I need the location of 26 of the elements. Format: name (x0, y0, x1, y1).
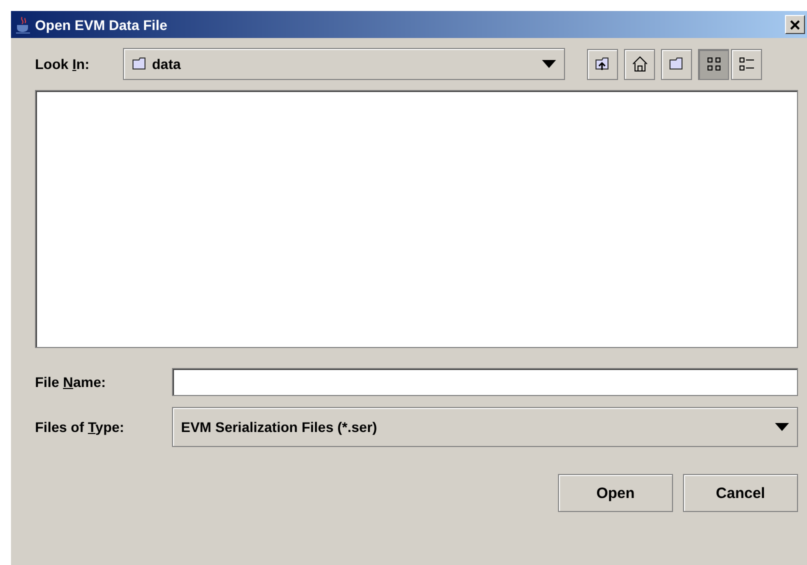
home-button[interactable] (624, 48, 655, 80)
view-toggle-button[interactable] (731, 48, 762, 80)
view-toggle-button[interactable] (698, 48, 729, 80)
folder-up-arrow-icon (594, 57, 610, 71)
home-icon (632, 56, 648, 72)
up-folder-button[interactable] (587, 48, 618, 80)
dropdown-arrow-icon (775, 423, 789, 431)
dialog-button[interactable]: Cancel (683, 474, 798, 512)
dropdown-arrow-icon (542, 60, 556, 68)
field-label: File Name: (35, 374, 106, 390)
file-name-field[interactable] (172, 368, 798, 396)
coffee-cup-icon (15, 16, 31, 34)
window-title: Open EVM Data File (35, 16, 168, 32)
list-view-icon (738, 56, 754, 72)
file-type-dropdown[interactable]: EVM Serialization Files (*.ser) (172, 407, 798, 447)
look-in-value: data (152, 56, 181, 72)
close-icon (790, 20, 800, 30)
field-label: Files of Type: (35, 419, 124, 435)
close-button[interactable] (785, 15, 805, 34)
grid-view-icon (706, 56, 722, 72)
dialog-button[interactable]: Open (558, 474, 673, 512)
look-in-dropdown[interactable]: data (123, 48, 565, 80)
folder-icon (668, 57, 684, 71)
new-folder-button[interactable] (661, 48, 692, 80)
field-label: Look In: (35, 56, 90, 72)
folder-icon (132, 57, 148, 71)
